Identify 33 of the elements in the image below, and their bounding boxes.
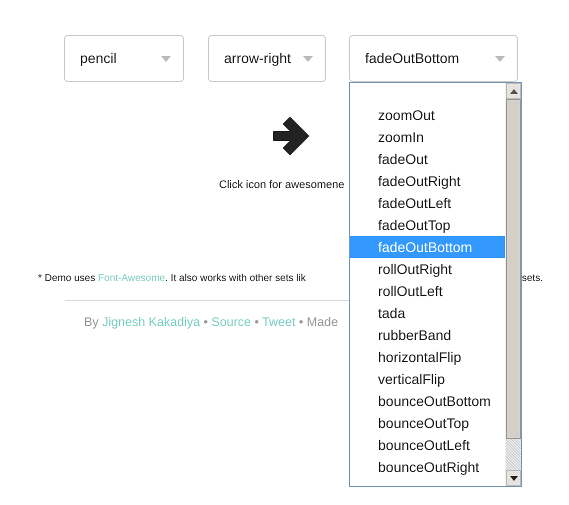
select-field[interactable]: pencil: [64, 35, 184, 82]
dropdown-option[interactable]: bounceOutLeft: [350, 434, 505, 456]
dropdown-option[interactable]: zoomIn: [350, 126, 505, 148]
note-text: * Demo uses Font-Awesome. It also works with other sets lik: [38, 272, 306, 286]
caret-icon: [495, 56, 505, 62]
dropdown-option[interactable]: fadeOutLeft: [350, 192, 505, 214]
dropdown-option[interactable]: zoomOut: [350, 104, 505, 126]
note-text: sets.: [522, 272, 543, 286]
select-field[interactable]: arrow-right: [208, 35, 326, 82]
dropdown-option[interactable]: bounceOutRight: [350, 456, 505, 478]
dropdown-option[interactable]: tada: [350, 302, 505, 324]
dropdown-option[interactable]: bounceOutBottom: [350, 390, 505, 412]
scroll-down-icon[interactable]: [510, 476, 518, 480]
dropdown-option[interactable]: rollOutRight: [350, 258, 505, 280]
caret-icon: [303, 56, 313, 62]
scroll-up-icon[interactable]: [510, 88, 518, 94]
footer-text: By Jignesh Kakadiya • Source • Tweet • Made: [84, 314, 338, 331]
scroll-down-button[interactable]: [506, 470, 521, 486]
dropdown-option[interactable]: horizontalFlip: [350, 346, 505, 368]
dropdown-option[interactable]: verticalFlip: [350, 368, 505, 390]
scroll-up-button[interactable]: [506, 83, 521, 99]
scrollbar[interactable]: [505, 83, 521, 486]
select-field[interactable]: fadeOutBottom: [349, 35, 518, 82]
caret-icon: [161, 56, 171, 62]
dropdown-option[interactable]: rubberBand: [350, 324, 505, 346]
dropdown-option[interactable]: fadeOutTop: [350, 214, 505, 236]
dropdown-option[interactable]: bounceOutTop: [350, 412, 505, 434]
dropdown-option[interactable]: fadeOut: [350, 148, 505, 170]
dropdown-option[interactable]: fadeOutRight: [350, 170, 505, 192]
hint-text: Click icon for awesomene: [219, 179, 344, 191]
dropdown-option[interactable]: rollOutLeft: [350, 280, 505, 302]
scrollbar-thumb[interactable]: [506, 99, 521, 439]
arrow-icon[interactable]: [270, 116, 310, 156]
